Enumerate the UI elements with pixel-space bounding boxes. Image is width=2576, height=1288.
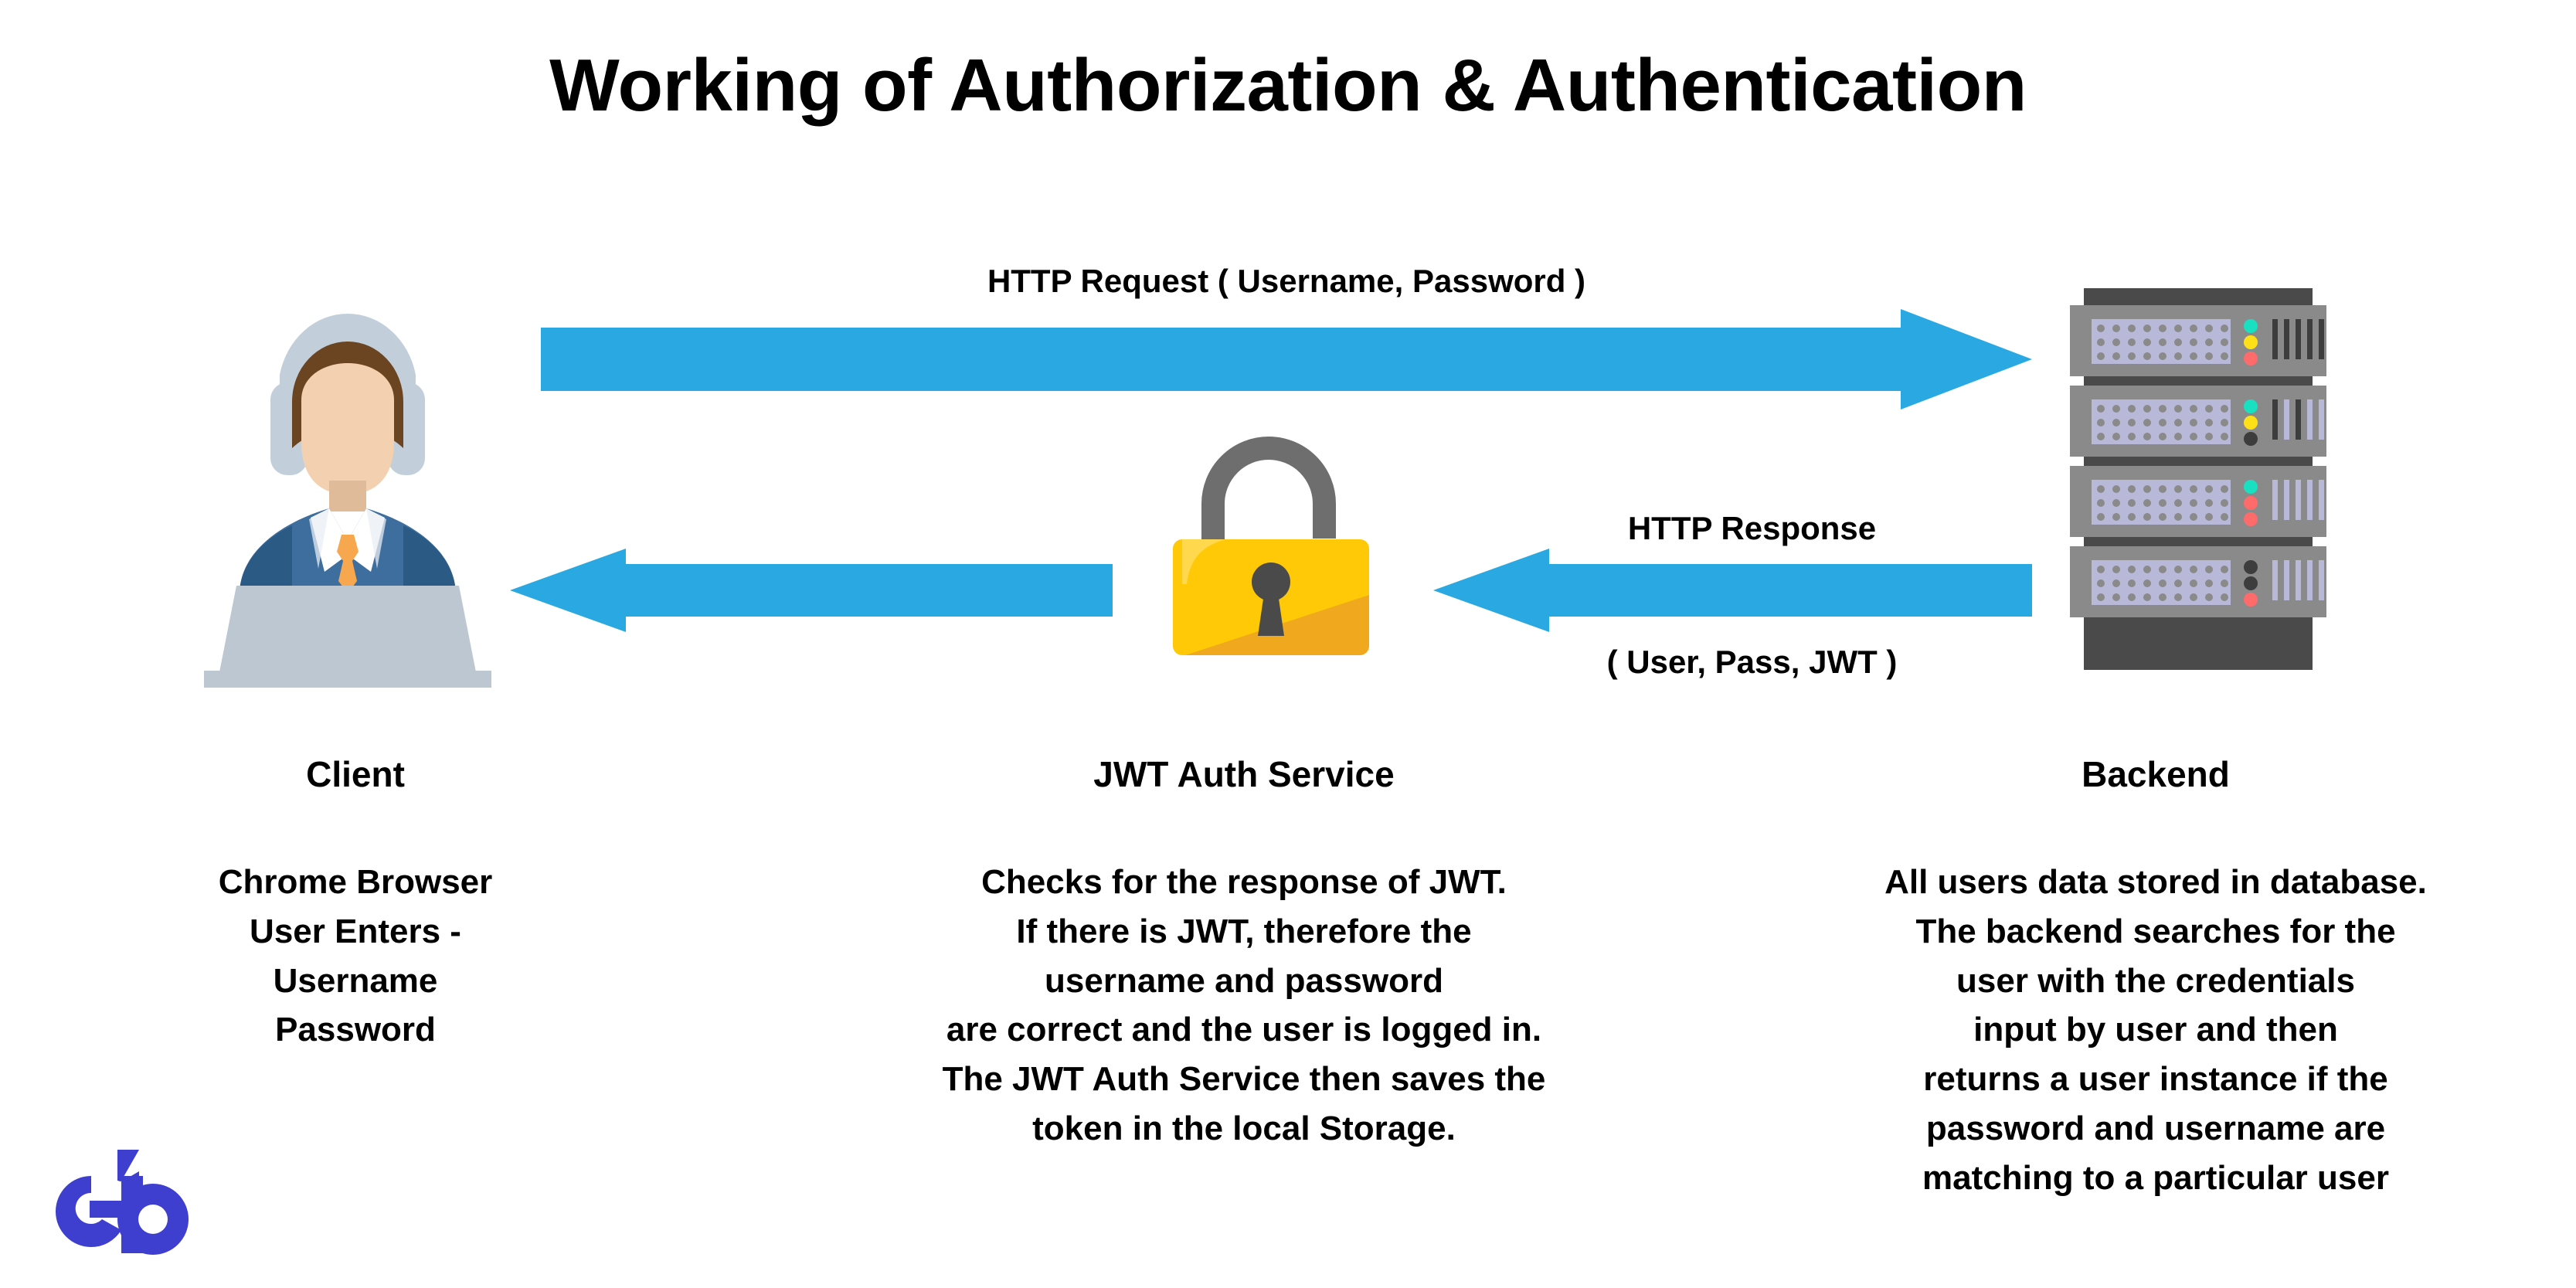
http-response-arrow-label-top: HTTP Response: [1627, 510, 1877, 546]
jwt-body-line-3: username and password: [1045, 961, 1443, 1000]
column-heading-jwt-auth-service: JWT Auth Service: [1093, 754, 1395, 794]
client-body-line-3: Username: [273, 961, 438, 1000]
column-heading-client: Client: [306, 754, 405, 794]
page-title: Working of Authorization & Authenticatio…: [549, 44, 2027, 127]
http-request-arrow-label: HTTP Request ( Username, Password ): [987, 263, 1586, 299]
diagram-canvas: Working of Authorization & Authenticatio…: [0, 0, 2576, 1288]
backend-to-jwt-response-arrow: [1433, 549, 2032, 632]
jwt-body-line-5: The JWT Auth Service then saves the: [942, 1060, 1546, 1099]
jwt-body-line-6: token in the local Storage.: [1032, 1109, 1456, 1147]
http-response-arrow-label-bottom: ( User, Pass, JWT ): [1606, 644, 1898, 680]
jwt-body-line-4: are correct and the user is logged in.: [946, 1011, 1542, 1049]
backend-body-line-1: All users data stored in database.: [1884, 863, 2427, 901]
backend-body-line-5: returns a user instance if the: [1923, 1060, 2388, 1099]
column-heading-backend: Backend: [2082, 754, 2230, 794]
eb-logo: [45, 1145, 207, 1269]
column-body-client: Chrome Browser User Enters - Username Pa…: [85, 858, 626, 1055]
backend-body-line-2: The backend searches for the: [1915, 912, 2396, 950]
jwt-body-line-1: Checks for the response of JWT.: [981, 863, 1507, 901]
client-body-line-2: User Enters -: [250, 912, 461, 950]
backend-body-line-3: user with the credentials: [1956, 961, 2355, 1000]
http-request-arrow: [541, 309, 2032, 410]
client-user-with-headset-at-laptop-icon: [193, 263, 502, 697]
client-body-line-1: Chrome Browser: [218, 863, 493, 901]
column-body-jwt-auth-service: Checks for the response of JWT. If there…: [788, 858, 1700, 1154]
jwt-to-client-response-arrow: [510, 549, 1113, 632]
backend-body-line-4: input by user and then: [1973, 1011, 2338, 1049]
backend-body-line-7: matching to a particular user: [1922, 1158, 2389, 1197]
client-body-line-4: Password: [275, 1011, 436, 1049]
server-rack-icon: [2044, 274, 2353, 684]
open-padlock-icon: [1159, 417, 1383, 664]
column-body-backend: All users data stored in database. The b…: [1742, 858, 2569, 1203]
jwt-body-line-2: If there is JWT, therefore the: [1016, 912, 1472, 950]
backend-body-line-6: password and username are: [1925, 1109, 2386, 1147]
